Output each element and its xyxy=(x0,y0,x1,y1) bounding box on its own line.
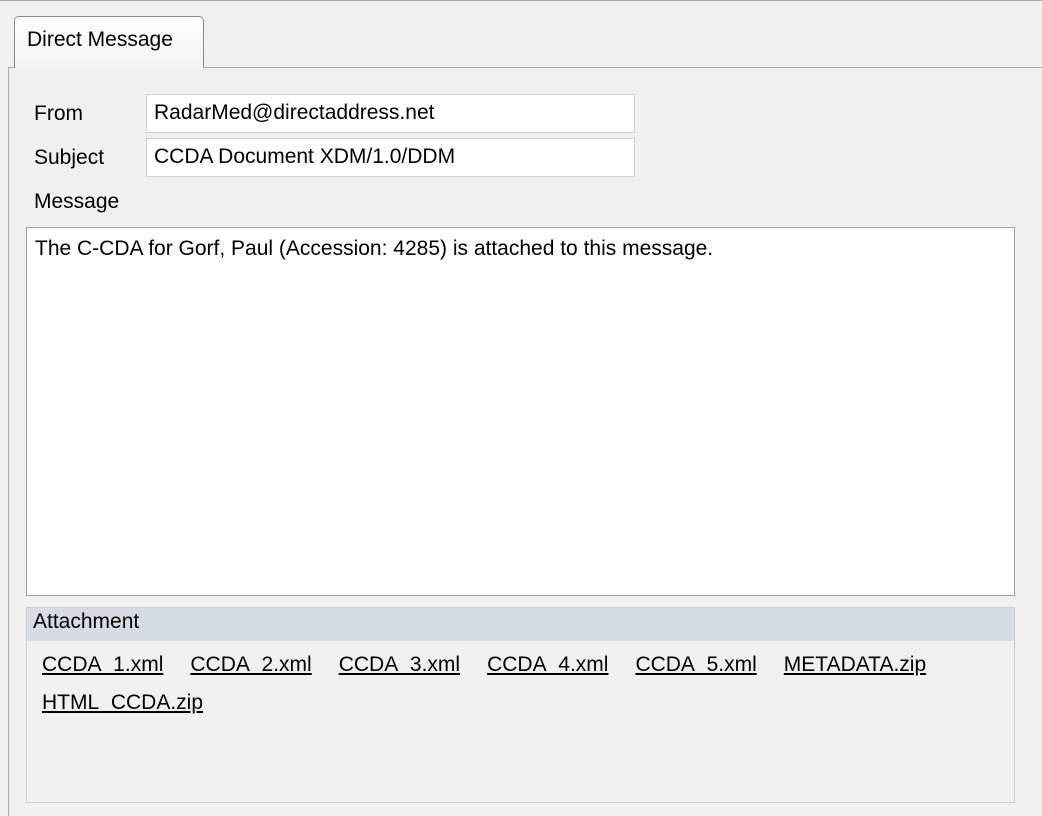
attachment-link-ccda-3[interactable]: CCDA_3.xml xyxy=(339,651,460,679)
tab-direct-message[interactable]: Direct Message xyxy=(14,16,204,68)
attachment-header: Attachment xyxy=(27,608,1014,641)
subject-field[interactable]: CCDA Document XDM/1.0/DDM xyxy=(146,138,635,177)
subject-label: Subject xyxy=(34,146,105,169)
attachment-link-ccda-5[interactable]: CCDA_5.xml xyxy=(635,651,756,679)
attachment-list: CCDA_1.xml CCDA_2.xml CCDA_3.xml CCDA_4.… xyxy=(27,641,1002,717)
message-textarea[interactable]: The C-CDA for Gorf, Paul (Accession: 428… xyxy=(26,227,1015,596)
attachment-link-ccda-2[interactable]: CCDA_2.xml xyxy=(190,651,311,679)
attachment-panel: Attachment CCDA_1.xml CCDA_2.xml CCDA_3.… xyxy=(26,607,1015,803)
attachment-link-ccda-1[interactable]: CCDA_1.xml xyxy=(42,651,163,679)
message-label: Message xyxy=(34,190,120,213)
from-label: From xyxy=(34,102,83,125)
from-field[interactable]: RadarMed@directaddress.net xyxy=(146,94,635,133)
attachment-link-ccda-4[interactable]: CCDA_4.xml xyxy=(487,651,608,679)
top-divider xyxy=(0,0,1042,1)
direct-message-window: Direct Message From RadarMed@directaddre… xyxy=(0,0,1042,816)
attachment-link-metadata[interactable]: METADATA.zip xyxy=(784,651,926,679)
attachment-link-html-ccda[interactable]: HTML_CCDA.zip xyxy=(42,689,203,717)
